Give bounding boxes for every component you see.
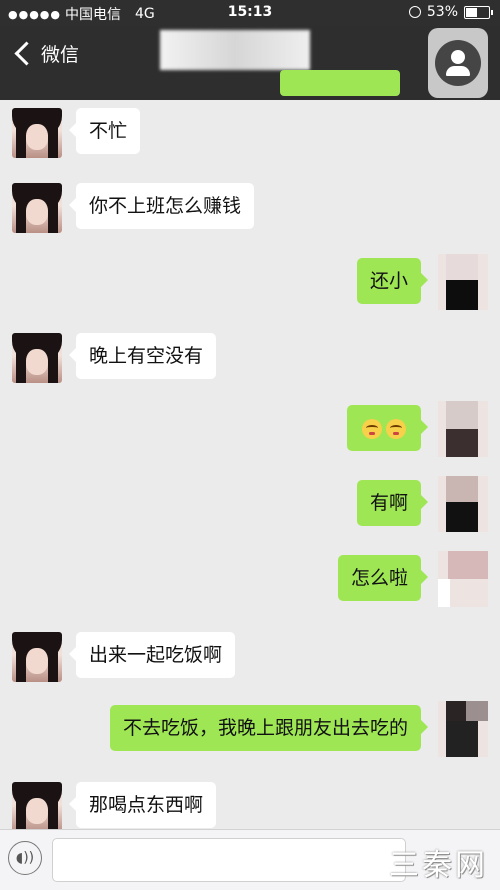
chat-header: 微信 bbox=[0, 26, 500, 100]
battery-icon bbox=[464, 5, 493, 19]
outgoing-message[interactable]: 怎么啦 bbox=[337, 555, 429, 601]
back-label: 微信 bbox=[41, 44, 80, 66]
my-avatar[interactable] bbox=[438, 701, 488, 757]
angry-face-icon bbox=[362, 418, 382, 439]
watermark: 三秦网 bbox=[389, 848, 488, 883]
input-bar: ◖)) 三秦网 bbox=[0, 829, 500, 890]
contact-avatar[interactable] bbox=[12, 108, 62, 158]
message-input[interactable] bbox=[52, 838, 406, 882]
status-bar: ●●●●● 中国电信 4G 15:13 53% bbox=[0, 0, 500, 26]
my-avatar[interactable] bbox=[438, 551, 488, 607]
my-avatar[interactable] bbox=[438, 476, 488, 532]
incoming-message[interactable]: 晚上有空没有 bbox=[68, 333, 217, 379]
back-button[interactable]: 微信 bbox=[12, 40, 79, 67]
profile-person-icon bbox=[435, 40, 481, 86]
my-avatar[interactable] bbox=[438, 254, 488, 310]
outgoing-message[interactable]: 还小 bbox=[356, 258, 429, 304]
partial-message-bubble bbox=[280, 70, 400, 96]
incoming-message[interactable]: 你不上班怎么赚钱 bbox=[68, 183, 255, 229]
voice-icon[interactable]: ◖)) bbox=[8, 841, 42, 875]
chat-info-button[interactable] bbox=[428, 28, 488, 98]
incoming-message[interactable]: 那喝点东西啊 bbox=[68, 782, 217, 828]
outgoing-message[interactable]: 不去吃饭，我晚上跟朋友出去吃的 bbox=[109, 705, 429, 751]
contact-avatar[interactable] bbox=[12, 632, 62, 682]
incoming-message[interactable]: 出来一起吃饭啊 bbox=[68, 632, 236, 678]
battery-percent: 53% bbox=[426, 4, 458, 20]
angry-face-icon bbox=[386, 418, 406, 439]
outgoing-message[interactable]: 有啊 bbox=[356, 480, 429, 526]
chevron-left-icon bbox=[14, 41, 39, 66]
outgoing-message[interactable] bbox=[347, 405, 428, 451]
contact-avatar[interactable] bbox=[12, 333, 62, 383]
my-avatar[interactable] bbox=[438, 401, 488, 457]
incoming-message[interactable]: 不忙 bbox=[68, 108, 141, 154]
chat-title-redacted bbox=[160, 30, 310, 70]
contact-avatar[interactable] bbox=[12, 782, 62, 832]
rotation-lock-icon bbox=[408, 6, 421, 18]
contact-avatar[interactable] bbox=[12, 183, 62, 233]
